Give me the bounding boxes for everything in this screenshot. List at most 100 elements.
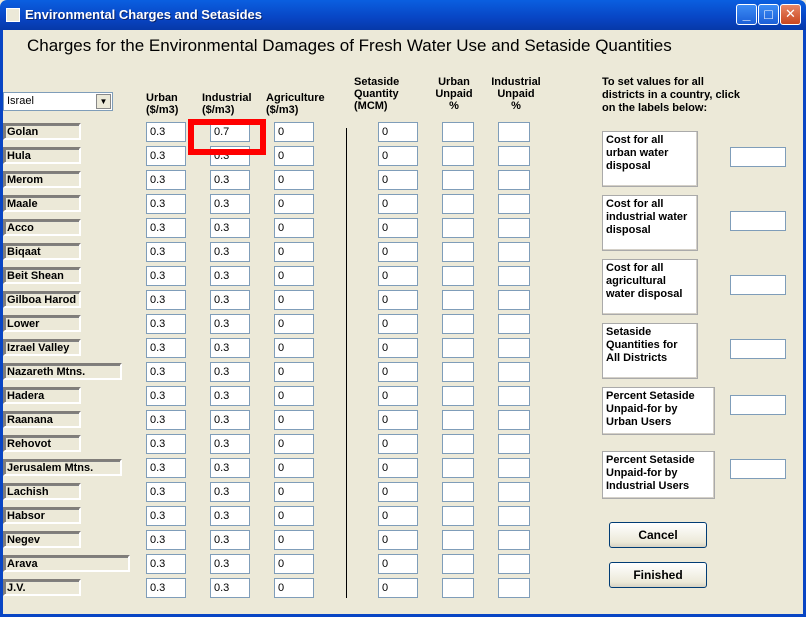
cancel-button[interactable]: Cancel: [609, 522, 707, 548]
urban-charge-input[interactable]: 0.3: [146, 218, 186, 238]
industrial-unpaid-input[interactable]: [498, 410, 530, 430]
urban-unpaid-input[interactable]: [442, 434, 474, 454]
urban-charge-input[interactable]: 0.3: [146, 338, 186, 358]
set-all-urban-cost-label[interactable]: Cost for all urban water disposal: [602, 131, 698, 187]
urban-charge-input[interactable]: 0.3: [146, 242, 186, 262]
setaside-quantity-input[interactable]: 0: [378, 530, 418, 550]
industrial-charge-input[interactable]: 0.3: [210, 242, 250, 262]
agriculture-charge-input[interactable]: 0: [274, 410, 314, 430]
urban-unpaid-input[interactable]: [442, 122, 474, 142]
industrial-unpaid-input[interactable]: [498, 266, 530, 286]
agriculture-charge-input[interactable]: 0: [274, 554, 314, 574]
setaside-quantity-input[interactable]: 0: [378, 194, 418, 214]
industrial-charge-input[interactable]: 0.3: [210, 218, 250, 238]
urban-unpaid-input[interactable]: [442, 338, 474, 358]
urban-charge-input[interactable]: 0.3: [146, 482, 186, 502]
set-all-industrial-unpaid-label[interactable]: Percent Setaside Unpaid-for by Industrial …: [602, 451, 715, 499]
maximize-button[interactable]: □: [758, 4, 779, 25]
chevron-down-icon[interactable]: ▼: [96, 94, 111, 109]
industrial-unpaid-input[interactable]: [498, 194, 530, 214]
industrial-charge-input[interactable]: 0.3: [210, 170, 250, 190]
agriculture-charge-input[interactable]: 0: [274, 170, 314, 190]
industrial-unpaid-input[interactable]: [498, 242, 530, 262]
agriculture-charge-input[interactable]: 0: [274, 530, 314, 550]
set-all-agricultural-cost-input[interactable]: [730, 275, 786, 295]
setaside-quantity-input[interactable]: 0: [378, 266, 418, 286]
setaside-quantity-input[interactable]: 0: [378, 218, 418, 238]
urban-charge-input[interactable]: 0.3: [146, 314, 186, 334]
setaside-quantity-input[interactable]: 0: [378, 122, 418, 142]
industrial-unpaid-input[interactable]: [498, 434, 530, 454]
urban-charge-input[interactable]: 0.3: [146, 146, 186, 166]
industrial-charge-input[interactable]: 0.3: [210, 410, 250, 430]
urban-charge-input[interactable]: 0.3: [146, 554, 186, 574]
urban-unpaid-input[interactable]: [442, 530, 474, 550]
industrial-charge-input[interactable]: 0.3: [210, 434, 250, 454]
urban-unpaid-input[interactable]: [442, 362, 474, 382]
agriculture-charge-input[interactable]: 0: [274, 290, 314, 310]
urban-unpaid-input[interactable]: [442, 290, 474, 310]
industrial-unpaid-input[interactable]: [498, 122, 530, 142]
urban-charge-input[interactable]: 0.3: [146, 410, 186, 430]
urban-charge-input[interactable]: 0.3: [146, 170, 186, 190]
setaside-quantity-input[interactable]: 0: [378, 386, 418, 406]
industrial-unpaid-input[interactable]: [498, 290, 530, 310]
urban-charge-input[interactable]: 0.3: [146, 530, 186, 550]
urban-unpaid-input[interactable]: [442, 386, 474, 406]
urban-unpaid-input[interactable]: [442, 314, 474, 334]
industrial-charge-input[interactable]: 0.3: [210, 578, 250, 598]
set-all-urban-unpaid-input[interactable]: [730, 395, 786, 415]
industrial-unpaid-input[interactable]: [498, 314, 530, 334]
agriculture-charge-input[interactable]: 0: [274, 506, 314, 526]
title-bar[interactable]: Environmental Charges and Setasides _ □ …: [0, 0, 806, 30]
urban-charge-input[interactable]: 0.3: [146, 362, 186, 382]
industrial-charge-input[interactable]: 0.3: [210, 506, 250, 526]
industrial-charge-input[interactable]: 0.3: [210, 530, 250, 550]
urban-unpaid-input[interactable]: [442, 194, 474, 214]
agriculture-charge-input[interactable]: 0: [274, 338, 314, 358]
urban-unpaid-input[interactable]: [442, 554, 474, 574]
industrial-charge-input[interactable]: 0.3: [210, 386, 250, 406]
urban-charge-input[interactable]: 0.3: [146, 194, 186, 214]
setaside-quantity-input[interactable]: 0: [378, 170, 418, 190]
agriculture-charge-input[interactable]: 0: [274, 194, 314, 214]
urban-unpaid-input[interactable]: [442, 218, 474, 238]
setaside-quantity-input[interactable]: 0: [378, 242, 418, 262]
urban-charge-input[interactable]: 0.3: [146, 506, 186, 526]
industrial-charge-input[interactable]: 0.3: [210, 290, 250, 310]
industrial-charge-input[interactable]: 0.3: [210, 314, 250, 334]
setaside-quantity-input[interactable]: 0: [378, 554, 418, 574]
agriculture-charge-input[interactable]: 0: [274, 434, 314, 454]
industrial-unpaid-input[interactable]: [498, 362, 530, 382]
agriculture-charge-input[interactable]: 0: [274, 578, 314, 598]
set-all-urban-unpaid-label[interactable]: Percent Setaside Unpaid-for by Urban Users: [602, 387, 715, 435]
industrial-unpaid-input[interactable]: [498, 578, 530, 598]
industrial-unpaid-input[interactable]: [498, 386, 530, 406]
agriculture-charge-input[interactable]: 0: [274, 362, 314, 382]
set-all-industrial-unpaid-input[interactable]: [730, 459, 786, 479]
urban-unpaid-input[interactable]: [442, 578, 474, 598]
setaside-quantity-input[interactable]: 0: [378, 434, 418, 454]
urban-charge-input[interactable]: 0.3: [146, 266, 186, 286]
setaside-quantity-input[interactable]: 0: [378, 146, 418, 166]
agriculture-charge-input[interactable]: 0: [274, 482, 314, 502]
urban-charge-input[interactable]: 0.3: [146, 122, 186, 142]
industrial-unpaid-input[interactable]: [498, 530, 530, 550]
setaside-quantity-input[interactable]: 0: [378, 362, 418, 382]
set-all-industrial-cost-label[interactable]: Cost for all industrial water disposal: [602, 195, 698, 251]
finished-button[interactable]: Finished: [609, 562, 707, 588]
agriculture-charge-input[interactable]: 0: [274, 146, 314, 166]
set-all-urban-cost-input[interactable]: [730, 147, 786, 167]
industrial-unpaid-input[interactable]: [498, 170, 530, 190]
agriculture-charge-input[interactable]: 0: [274, 314, 314, 334]
setaside-quantity-input[interactable]: 0: [378, 578, 418, 598]
set-all-agricultural-cost-label[interactable]: Cost for all agricultural water disposal: [602, 259, 698, 315]
urban-unpaid-input[interactable]: [442, 170, 474, 190]
set-all-industrial-cost-input[interactable]: [730, 211, 786, 231]
urban-unpaid-input[interactable]: [442, 242, 474, 262]
urban-unpaid-input[interactable]: [442, 506, 474, 526]
minimize-button[interactable]: _: [736, 4, 757, 25]
industrial-charge-input[interactable]: 0.3: [210, 362, 250, 382]
industrial-unpaid-input[interactable]: [498, 146, 530, 166]
industrial-unpaid-input[interactable]: [498, 218, 530, 238]
